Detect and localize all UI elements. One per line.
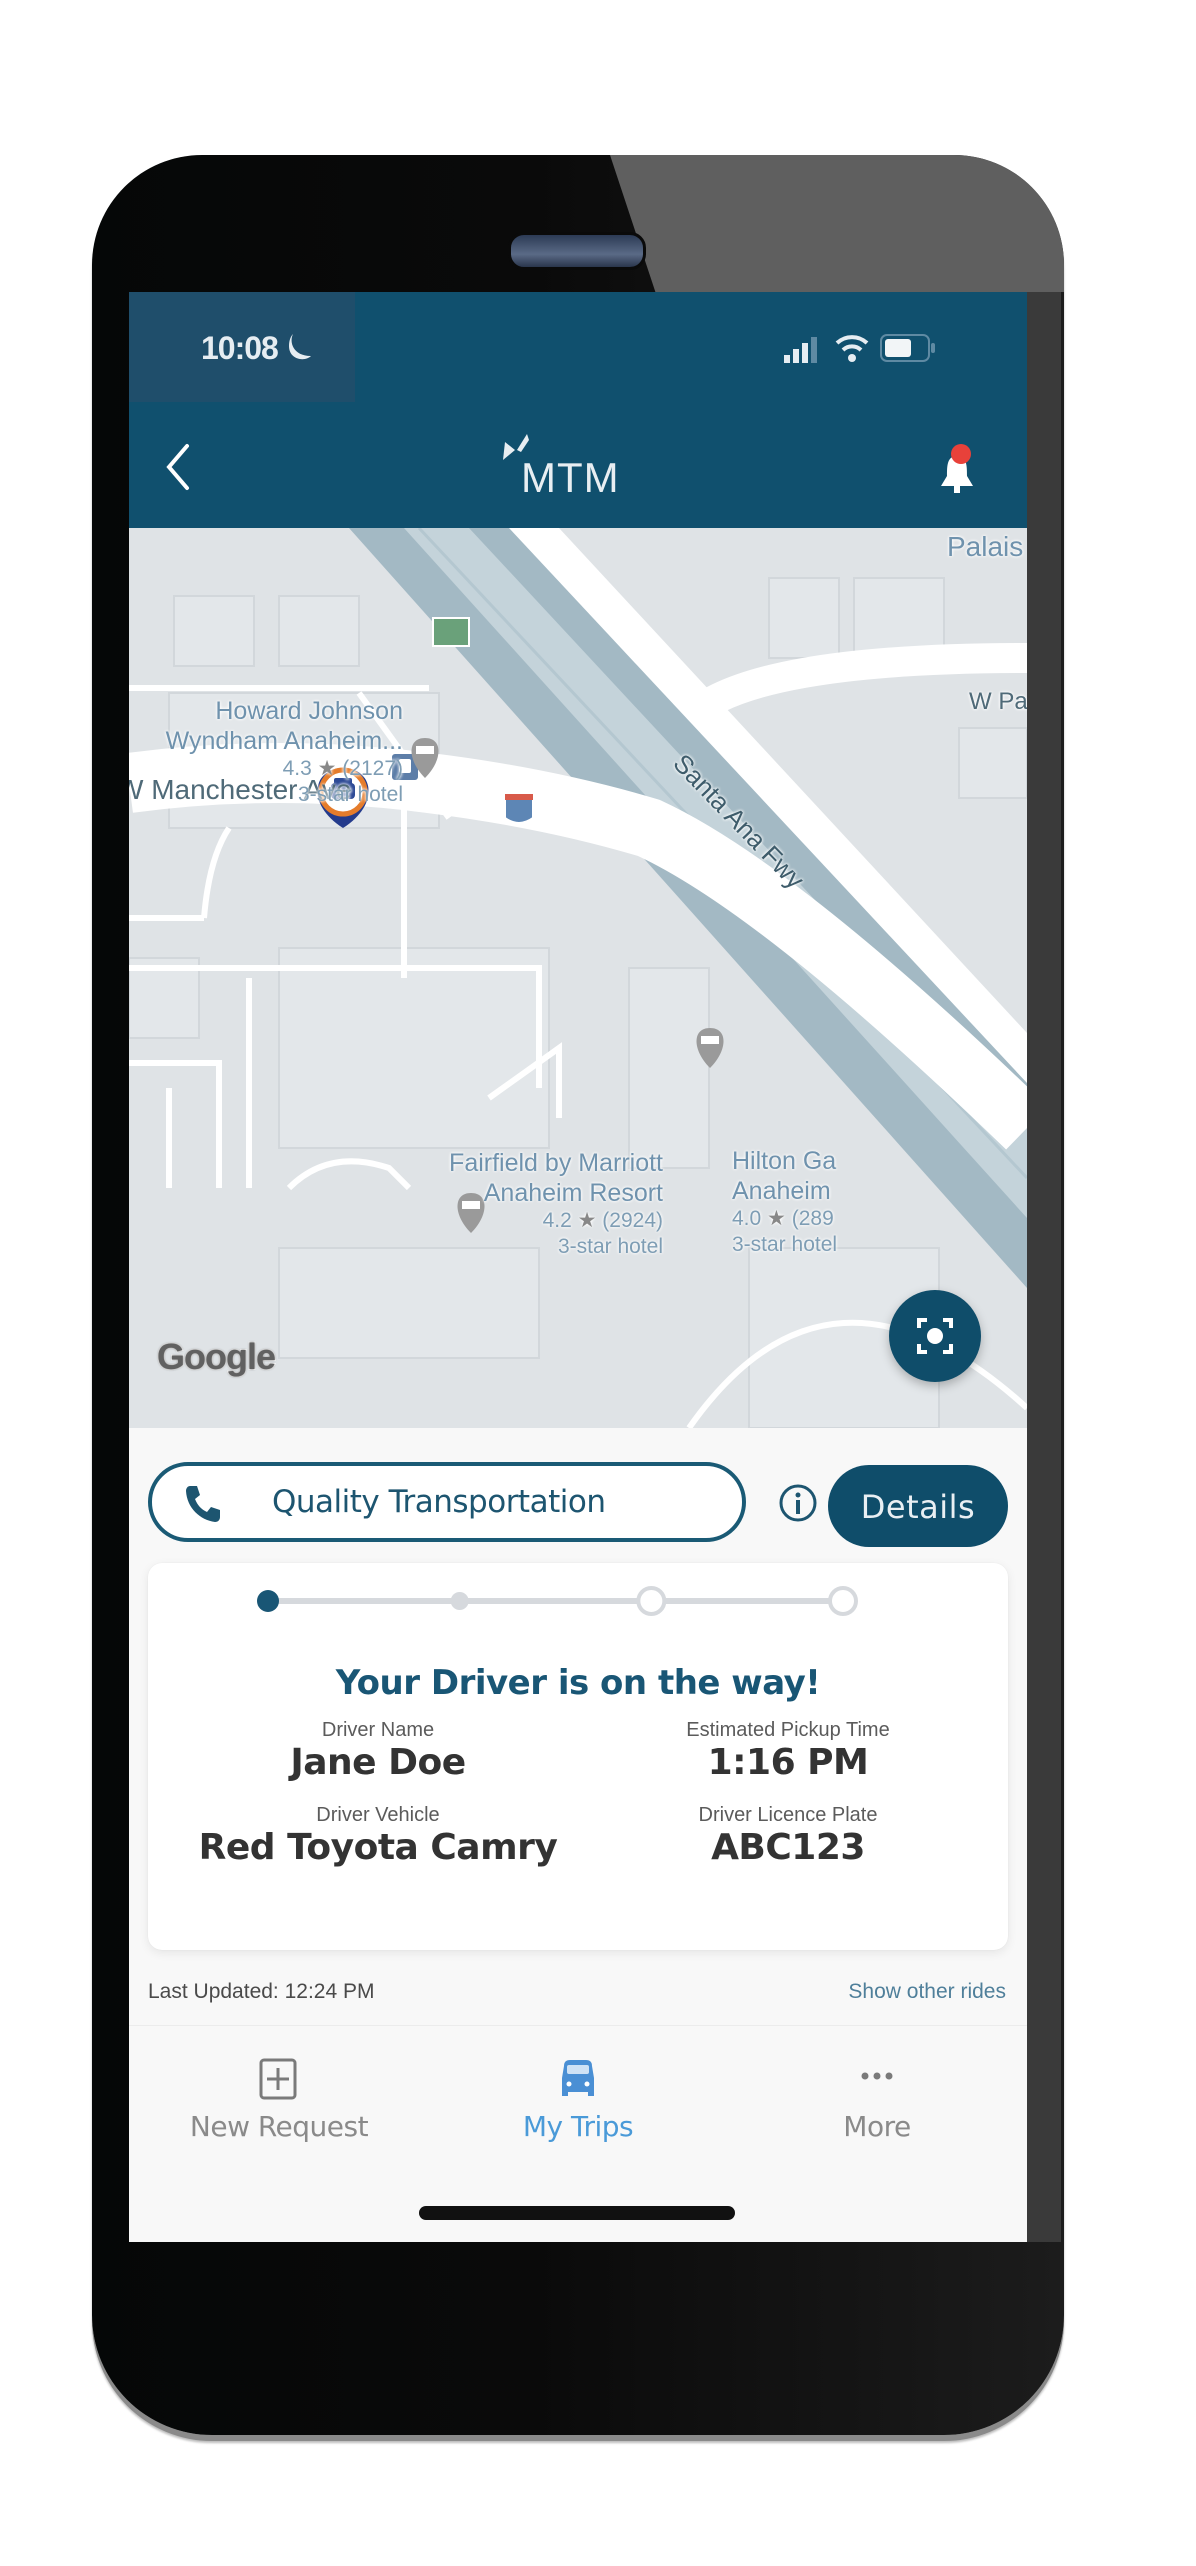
- app-screen: 10:08 MTM W Manchester Ave Santa Ana Fwy…: [129, 292, 1027, 2242]
- place-rating: 4.2 ★ (2924): [542, 1209, 663, 1232]
- licence-plate-field: Driver Licence Plate ABC123: [588, 1803, 988, 1869]
- map-place-hilton: Hilton Ga Anaheim 4.0 ★ (289 3-star hote…: [732, 1146, 837, 1258]
- map-place-howard-johnson: Howard Johnson Wyndham Anaheim... 4.3 ★ …: [166, 696, 403, 808]
- place-name: Howard Johnson: [215, 697, 403, 725]
- map-view[interactable]: W Manchester Ave Santa Ana Fwy W Pa Pala…: [129, 528, 1027, 1428]
- moon-icon: [289, 334, 311, 360]
- show-other-rides-link[interactable]: Show other rides: [848, 1980, 1006, 2004]
- highway-shield-5: [504, 794, 534, 824]
- tab-my-trips[interactable]: My Trips: [428, 2026, 728, 2156]
- recenter-icon: [917, 1318, 953, 1354]
- wifi-icon: [835, 335, 869, 362]
- stepper-step-3: [636, 1586, 667, 1616]
- place-category: 3-star hotel: [297, 783, 403, 806]
- place-category: 3-star hotel: [732, 1233, 838, 1256]
- tab-label: My Trips: [522, 2110, 634, 2143]
- signal-icon: [784, 337, 817, 363]
- map-building: [628, 967, 710, 1169]
- recenter-button[interactable]: [889, 1290, 981, 1382]
- map-place-fairfield: Fairfield by Marriott Anaheim Resort 4.2…: [449, 1148, 663, 1260]
- map-building: [278, 947, 550, 1149]
- map-street-label: W Pa: [969, 688, 1027, 715]
- provider-name: Quality Transportation: [272, 1484, 606, 1520]
- place-name: Fairfield by Marriott: [449, 1149, 663, 1177]
- tab-more[interactable]: More: [727, 2026, 1027, 2156]
- bell-icon[interactable]: [937, 442, 977, 498]
- place-category: 3-star hotel: [557, 1235, 663, 1258]
- place-name-line2: Anaheim: [732, 1177, 831, 1205]
- place-name: Hilton Ga: [732, 1147, 837, 1175]
- call-provider-button[interactable]: Quality Transportation: [148, 1462, 746, 1542]
- driver-vehicle-field: Driver Vehicle Red Toyota Camry: [178, 1803, 578, 1869]
- place-name-line2: Anaheim Resort: [483, 1179, 663, 1207]
- tab-label: More: [843, 2110, 911, 2143]
- pickup-time-value: 1:16 PM: [707, 1742, 869, 1783]
- trip-status-card: Your Driver is on the way! Driver Name J…: [148, 1563, 1008, 1950]
- plus-square-icon: [259, 2058, 297, 2100]
- driver-vehicle-value: Red Toyota Camry: [198, 1827, 558, 1868]
- home-indicator[interactable]: [419, 2206, 735, 2220]
- app-header: MTM: [129, 402, 1027, 528]
- tab-label: New Request: [189, 2110, 369, 2143]
- bottom-tab-bar: New Request My Trips More: [129, 2025, 1027, 2242]
- more-dots-icon: [861, 2072, 893, 2080]
- field-label: Driver Licence Plate: [698, 1804, 878, 1826]
- phone-frame-side: [1027, 292, 1061, 2242]
- place-rating: 4.3 ★ (2127): [282, 757, 403, 780]
- status-bar: 10:08: [129, 292, 1027, 430]
- trip-status-headline: Your Driver is on the way!: [335, 1663, 821, 1703]
- map-building: [278, 1247, 540, 1359]
- field-label: Driver Vehicle: [316, 1804, 440, 1826]
- map-building: [173, 595, 255, 667]
- battery-icon: [880, 334, 935, 362]
- place-rating: 4.0 ★ (289: [732, 1207, 834, 1230]
- mtm-logo: MTM: [499, 432, 669, 502]
- map-place-label: Palais: [947, 531, 1024, 562]
- pickup-time-field: Estimated Pickup Time 1:16 PM: [588, 1718, 988, 1784]
- status-time: 10:08: [201, 330, 279, 366]
- info-icon[interactable]: [778, 1483, 818, 1523]
- phone-icon: [186, 1486, 220, 1522]
- phone-speaker: [508, 232, 646, 270]
- map-building: [958, 727, 1027, 799]
- phone-frame-glare: [610, 155, 1064, 292]
- chevron-left-icon[interactable]: [163, 442, 193, 492]
- details-button[interactable]: Details: [828, 1465, 1008, 1547]
- map-building: [768, 577, 840, 659]
- highway-shield-110: [432, 617, 470, 647]
- logo-text: MTM: [521, 454, 620, 501]
- trip-progress-stepper: [257, 1586, 858, 1616]
- driver-name-field: Driver Name Jane Doe: [178, 1718, 578, 1784]
- map-building: [278, 595, 360, 667]
- licence-plate-value: ABC123: [711, 1827, 865, 1868]
- place-name-line2: Wyndham Anaheim...: [165, 727, 403, 755]
- last-updated-text: Last Updated: 12:24 PM: [148, 1980, 375, 2003]
- stepper-step-4: [828, 1586, 858, 1616]
- tab-new-request[interactable]: New Request: [129, 2026, 429, 2156]
- stepper-step-1: [257, 1590, 279, 1612]
- car-icon: [562, 2060, 594, 2096]
- google-attribution: Google: [156, 1335, 277, 1378]
- field-label: Driver Name: [321, 1719, 435, 1741]
- field-label: Estimated Pickup Time: [686, 1719, 890, 1741]
- notification-badge: [951, 444, 971, 464]
- driver-name-value: Jane Doe: [290, 1742, 466, 1783]
- stepper-step-2: [450, 1592, 469, 1610]
